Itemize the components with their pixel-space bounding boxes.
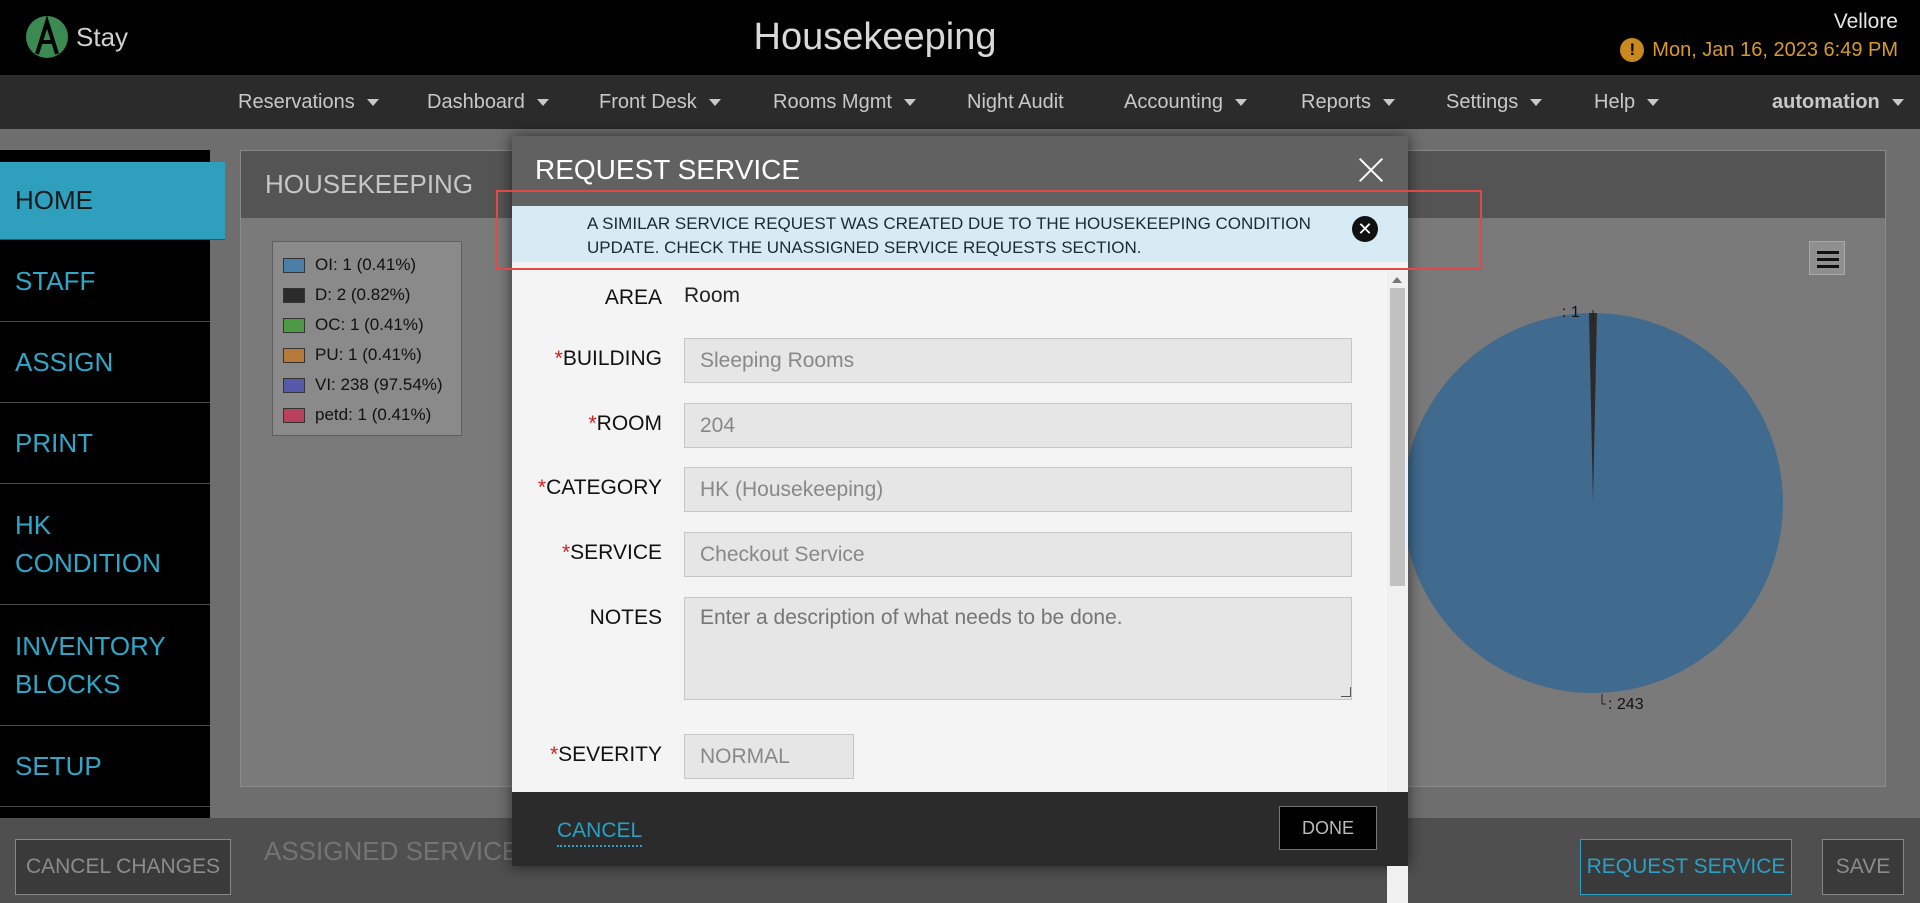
area-label: AREA	[604, 286, 662, 309]
done-button[interactable]: DONE	[1279, 806, 1377, 850]
top-header: Stay Housekeeping Vellore ! Mon, Jan 16,…	[0, 0, 1920, 75]
nav-night-audit[interactable]: Night Audit	[967, 75, 1064, 129]
pie-label-top: : 1	[1562, 304, 1580, 321]
building-label: *BUILDING	[554, 347, 662, 370]
sidebar-item-home[interactable]: HOME	[0, 162, 225, 240]
nav-reports[interactable]: Reports	[1301, 75, 1396, 129]
sidebar-item-print[interactable]: PRINT	[0, 404, 210, 484]
cancel-link[interactable]: CANCEL	[557, 819, 643, 847]
category-field[interactable]: HK (Housekeeping)	[684, 467, 1352, 512]
legend-swatch	[283, 407, 305, 423]
legend-item[interactable]: PU: 1 (0.41%)	[283, 340, 451, 370]
cancel-changes-button[interactable]: CANCEL CHANGES	[15, 839, 231, 895]
main-nav: Reservations Dashboard Front Desk Rooms …	[0, 75, 1920, 129]
room-field[interactable]: 204	[684, 403, 1352, 448]
service-label: *SERVICE	[561, 541, 662, 564]
legend-item[interactable]: OC: 1 (0.41%)	[283, 310, 451, 340]
pie-label-leader	[1601, 694, 1606, 705]
legend-swatch	[283, 287, 305, 303]
severity-label: *SEVERITY	[549, 743, 662, 766]
chevron-down-icon	[1647, 99, 1660, 107]
service-field[interactable]: Checkout Service	[684, 532, 1352, 577]
sidebar-item-inventory-blocks[interactable]: INVENTORY BLOCKS	[0, 606, 210, 726]
legend-item[interactable]: OI: 1 (0.41%)	[283, 250, 451, 280]
legend-item[interactable]: D: 2 (0.82%)	[283, 280, 451, 310]
scroll-up-icon[interactable]	[1392, 277, 1402, 283]
nav-help[interactable]: Help	[1594, 75, 1660, 129]
category-label: *CATEGORY	[537, 476, 662, 499]
datetime-text: Mon, Jan 16, 2023 6:49 PM	[1652, 38, 1898, 61]
chart-legend: OI: 1 (0.41%) D: 2 (0.82%) OC: 1 (0.41%)…	[272, 241, 462, 436]
close-icon[interactable]	[1353, 152, 1389, 188]
notes-label: NOTES	[589, 606, 662, 629]
resize-handle-icon[interactable]	[1341, 687, 1351, 697]
nav-front-desk[interactable]: Front Desk	[599, 75, 721, 129]
modal-header: REQUEST SERVICE	[512, 136, 1408, 206]
save-button[interactable]: SAVE	[1822, 839, 1904, 895]
nav-settings[interactable]: Settings	[1446, 75, 1543, 129]
nav-accounting[interactable]: Accounting	[1124, 75, 1247, 129]
legend-item[interactable]: petd: 1 (0.41%)	[283, 400, 451, 430]
chevron-down-icon	[1530, 99, 1543, 107]
legend-swatch	[283, 347, 305, 363]
chevron-down-icon	[903, 99, 916, 107]
assigned-services-title: ASSIGNED SERVICE	[264, 836, 520, 866]
alert-close-icon[interactable]: ✕	[1352, 216, 1378, 242]
notes-textarea[interactable]	[684, 597, 1352, 700]
warning-icon[interactable]: !	[1620, 38, 1645, 62]
sidebar-item-staff[interactable]: STAFF	[0, 242, 210, 322]
request-service-button[interactable]: REQUEST SERVICE	[1580, 839, 1792, 895]
chevron-down-icon	[366, 99, 379, 107]
nav-rooms-mgmt[interactable]: Rooms Mgmt	[773, 75, 916, 129]
pie-label-bottom: : 243	[1608, 696, 1644, 713]
info-alert: A SIMILAR SERVICE REQUEST WAS CREATED DU…	[512, 206, 1408, 262]
severity-select[interactable]: NORMAL	[684, 734, 854, 779]
chevron-down-icon	[1383, 99, 1396, 107]
sidebar-item-setup[interactable]: SETUP	[0, 727, 210, 807]
chevron-down-icon	[536, 99, 549, 107]
sidebar-item-assign[interactable]: ASSIGN	[0, 323, 210, 403]
request-service-modal: REQUEST SERVICE A SIMILAR SERVICE REQUES…	[512, 136, 1408, 903]
legend-item[interactable]: VI: 238 (97.54%)	[283, 370, 451, 400]
nav-user-menu[interactable]: automation	[1772, 75, 1904, 129]
legend-swatch	[283, 377, 305, 393]
alert-message: A SIMILAR SERVICE REQUEST WAS CREATED DU…	[587, 214, 1311, 257]
business-datetime: ! Mon, Jan 16, 2023 6:49 PM	[1620, 38, 1898, 62]
sidebar: HOME STAFF ASSIGN PRINT HK CONDITION INV…	[0, 150, 225, 820]
legend-swatch	[283, 257, 305, 273]
page-title: Housekeeping	[753, 16, 997, 58]
chevron-down-icon	[1891, 99, 1904, 107]
room-label: *ROOM	[588, 412, 662, 435]
area-value: Room	[684, 284, 741, 307]
property-location: Vellore	[1833, 10, 1898, 33]
sidebar-item-hk-condition[interactable]: HK CONDITION	[0, 485, 210, 605]
nav-reservations[interactable]: Reservations	[238, 75, 379, 129]
modal-footer: CANCEL DONE	[512, 792, 1408, 866]
housekeeping-pie-chart: : 1 : 243	[1403, 304, 1783, 713]
nav-dashboard[interactable]: Dashboard	[427, 75, 549, 129]
scrollbar-thumb[interactable]	[1390, 288, 1405, 586]
chart-menu-icon[interactable]	[1809, 241, 1845, 275]
chevron-down-icon	[708, 99, 721, 107]
building-field[interactable]: Sleeping Rooms	[684, 338, 1352, 383]
chevron-down-icon	[1234, 99, 1247, 107]
legend-swatch	[283, 317, 305, 333]
modal-title: REQUEST SERVICE	[535, 154, 801, 185]
